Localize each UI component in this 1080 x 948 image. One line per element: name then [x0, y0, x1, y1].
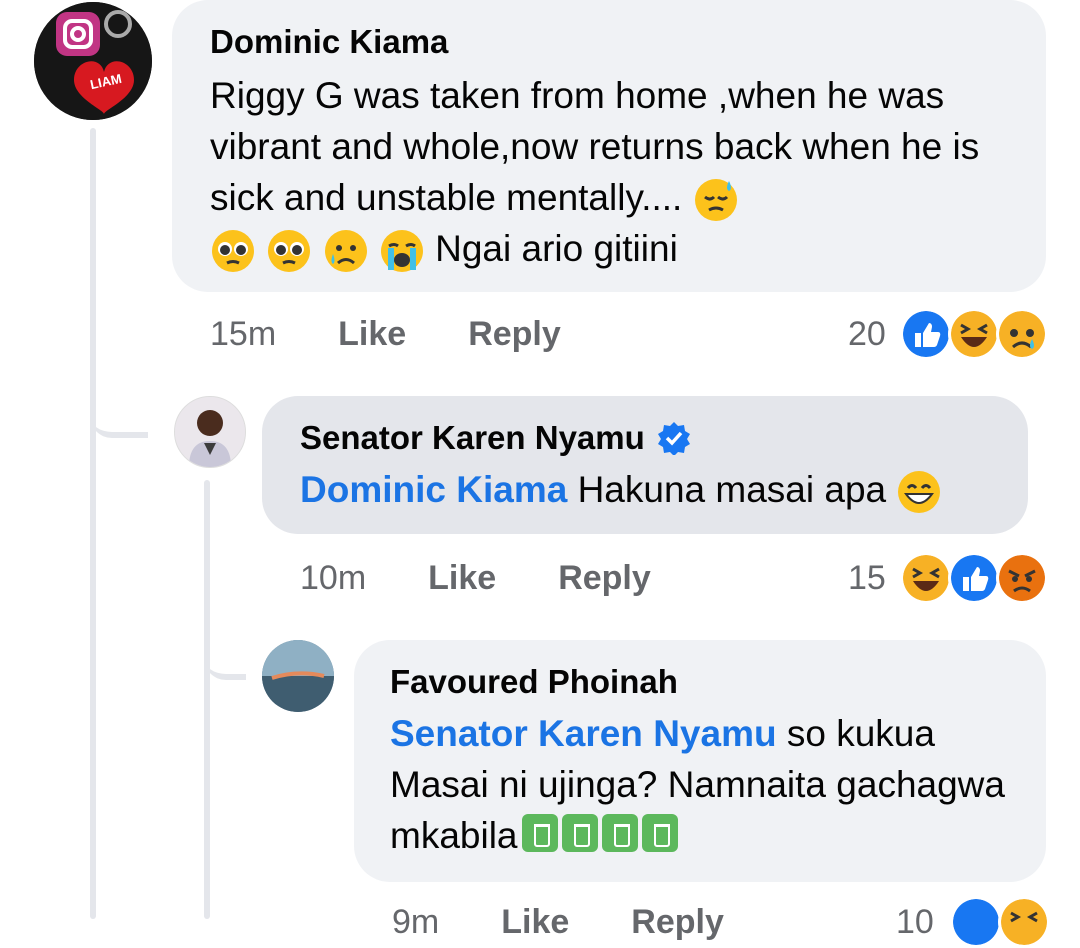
avatar-image — [175, 397, 245, 467]
reply-button[interactable]: Reply — [468, 315, 561, 354]
trash-bin-emoji — [561, 814, 598, 852]
haha-reaction-icon — [948, 308, 1000, 360]
comment-author[interactable]: Favoured Phoinah — [390, 662, 1006, 702]
thread-connector-2 — [204, 620, 246, 680]
downcast-sweat-emoji — [694, 179, 737, 222]
comment-timestamp[interactable]: 9m — [392, 903, 439, 942]
comment-text: Senator Karen Nyamu so kukua Masai ni uj… — [390, 708, 1006, 861]
pleading-face-emoji-2 — [268, 230, 311, 273]
reply-button[interactable]: Reply — [558, 559, 651, 598]
avatar-favoured-phoinah[interactable] — [262, 640, 334, 712]
like-reaction-icon — [900, 308, 952, 360]
angry-reaction-icon — [996, 552, 1048, 604]
like-button[interactable]: Like — [338, 315, 406, 354]
comment-meta-favoured: 9m Like Reply — [392, 900, 724, 944]
avatar-image — [262, 640, 334, 712]
grinning-emoji — [898, 471, 941, 514]
mention-link[interactable]: Dominic Kiama — [300, 469, 567, 510]
sad-reaction-icon — [996, 308, 1048, 360]
comment-meta-karen: 10m Like Reply — [300, 556, 651, 600]
comment-author[interactable]: Senator Karen Nyamu — [300, 418, 994, 458]
comment-timestamp[interactable]: 10m — [300, 559, 366, 598]
comment-text: Dominic Kiama Hakuna masai apa — [300, 464, 994, 515]
avatar-karen-nyamu[interactable] — [174, 396, 246, 468]
reaction-count: 20 — [848, 314, 886, 353]
mention-link[interactable]: Senator Karen Nyamu — [390, 713, 777, 754]
like-reaction-icon — [948, 552, 1000, 604]
like-reaction-icon — [950, 896, 1002, 948]
trash-bin-emoji — [601, 814, 638, 852]
haha-reaction-icon — [900, 552, 952, 604]
reaction-summary-karen[interactable]: 15 — [848, 554, 886, 602]
comment-author[interactable]: Dominic Kiama — [210, 22, 1006, 62]
comment-timestamp[interactable]: 15m — [210, 315, 276, 354]
reaction-count: 15 — [848, 558, 886, 597]
comment-text: Riggy G was taken from home ,when he was… — [210, 70, 1006, 274]
comment-author-name: Senator Karen Nyamu — [300, 419, 645, 456]
trash-bin-emoji — [521, 814, 558, 852]
thread-line-reply — [204, 480, 210, 919]
thread-line-main — [90, 128, 96, 919]
comment-text-tail: Ngai ario gitiini — [435, 228, 678, 270]
comment-meta-dominic: 15m Like Reply — [210, 312, 561, 356]
avatar-image — [34, 2, 152, 120]
comment-text-body: Hakuna masai apa — [577, 469, 887, 510]
like-button[interactable]: Like — [428, 559, 496, 598]
comment-bubble-dominic[interactable]: Dominic Kiama Riggy G was taken from hom… — [172, 0, 1046, 292]
comment-bubble-favoured[interactable]: Favoured Phoinah Senator Karen Nyamu so … — [354, 640, 1046, 882]
verified-badge-icon — [657, 422, 690, 455]
trash-bin-emoji — [641, 814, 678, 852]
haha-reaction-icon — [998, 896, 1050, 948]
reply-button[interactable]: Reply — [631, 903, 724, 942]
reaction-summary-favoured[interactable]: 10 — [896, 898, 934, 946]
sad-tear-emoji — [324, 230, 367, 273]
reaction-count: 10 — [896, 902, 934, 941]
comment-bubble-karen[interactable]: Senator Karen Nyamu Dominic Kiama Hakuna… — [262, 396, 1028, 534]
avatar-dominic-kiama[interactable]: LIAM — [34, 2, 152, 120]
crying-face-emoji — [380, 230, 423, 273]
comment-text-body: Riggy G was taken from home ,when he was… — [210, 75, 980, 218]
pleading-face-emoji-1 — [212, 230, 254, 273]
reaction-summary-dominic[interactable]: 20 — [848, 310, 886, 358]
like-button[interactable]: Like — [501, 903, 569, 942]
thread-connector-1 — [90, 370, 148, 438]
